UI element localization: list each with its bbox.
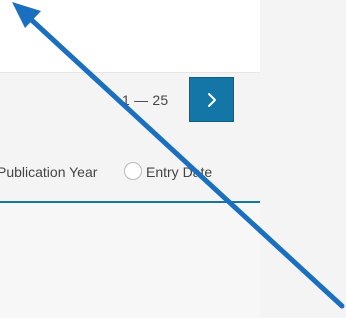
results-area	[0, 203, 260, 318]
viewport: 1 — 25 Publication Year Entry Date	[0, 0, 346, 318]
chevron-right-icon	[205, 91, 219, 109]
sort-option-entry-date[interactable]: Entry Date	[146, 164, 212, 180]
next-page-button[interactable]	[189, 77, 234, 122]
pagination-range: 1 — 25	[122, 92, 169, 108]
sort-option-publication-year[interactable]: Publication Year	[0, 164, 97, 180]
top-area	[0, 0, 260, 72]
right-gutter	[260, 0, 346, 318]
entry-date-radio[interactable]	[124, 162, 142, 180]
